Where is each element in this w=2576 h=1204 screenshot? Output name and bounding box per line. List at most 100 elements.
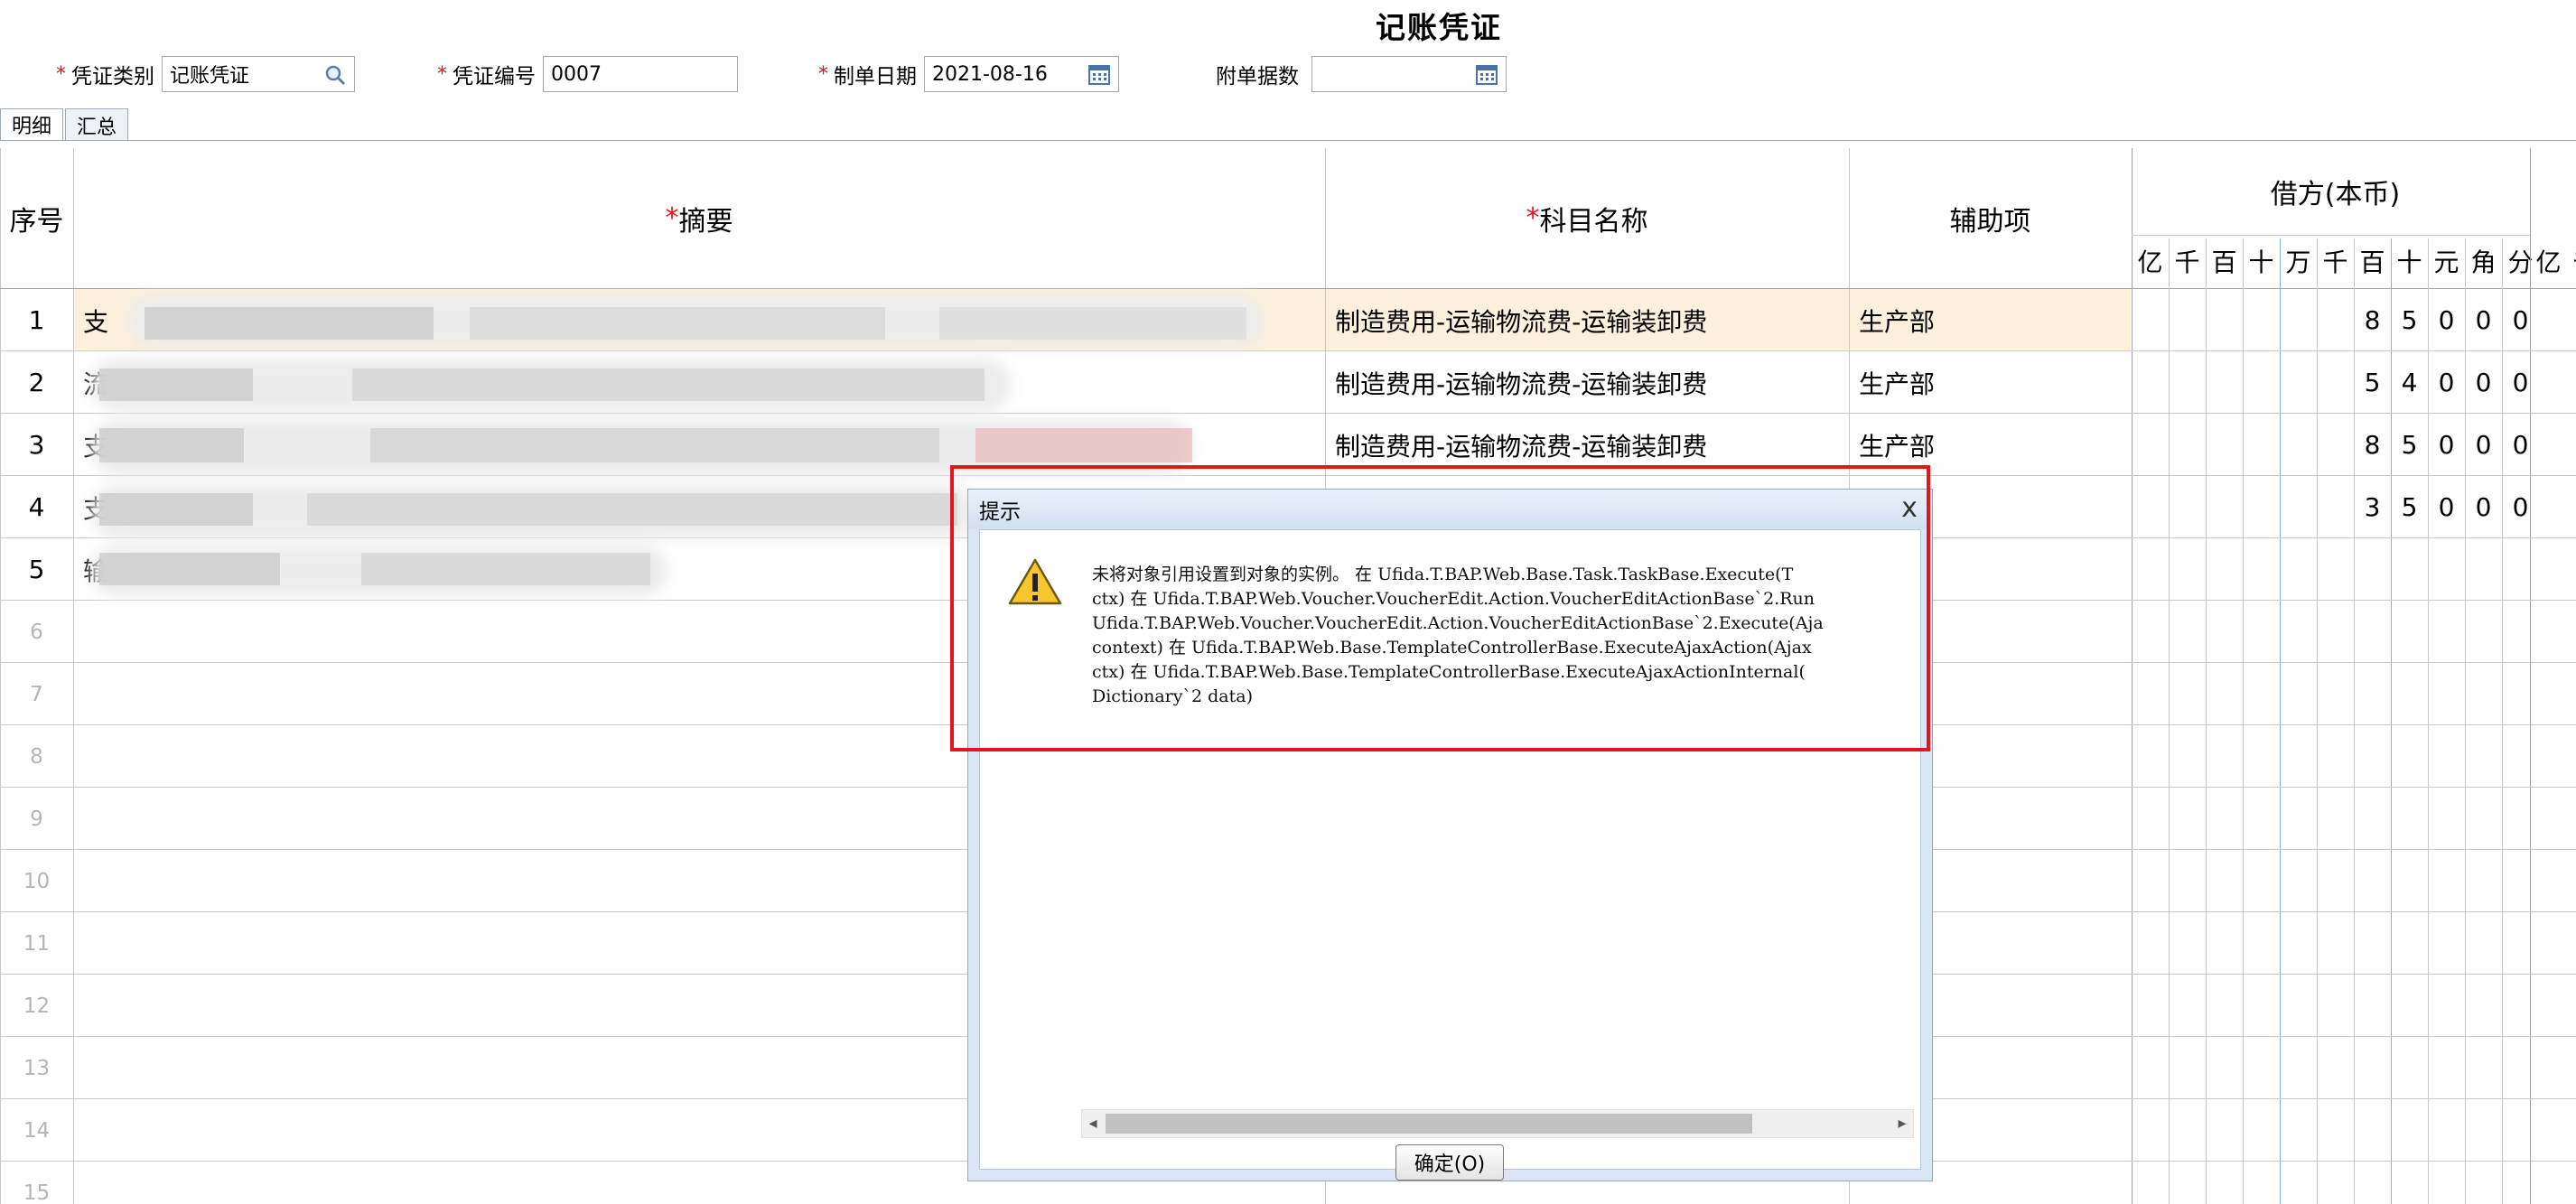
digit-header: 角 (2470, 247, 2497, 277)
date-group: * 制单日期 2021-08-16 (818, 52, 1119, 96)
debit-digit: 4 (2401, 368, 2418, 397)
alert-dialog: 提示 x 未将对象引用设置到对象的实例。 在 Ufida.T.BAP.Web.B… (967, 489, 1933, 1181)
digit-header: 亿 (2137, 247, 2163, 277)
row-seq: 10 (23, 869, 51, 893)
digit-header: 亿 (2535, 247, 2562, 277)
debit-digit: 0 (2438, 492, 2455, 522)
header-auxiliary: 辅助项 (1949, 205, 2031, 238)
voucher-type-label: 凭证类别 (71, 65, 154, 89)
debit-digit: 8 (2364, 430, 2381, 460)
scroll-right-icon[interactable]: ▸ (1893, 1114, 1911, 1134)
calendar-icon[interactable] (1087, 63, 1111, 87)
voucher-no-value: 0007 (551, 62, 602, 86)
dialog-title: 提示 (979, 500, 1021, 524)
debit-digit: 5 (2364, 368, 2381, 397)
digit-header: 十 (2396, 247, 2422, 277)
debit-digit: 0 (2512, 492, 2529, 522)
error-message: 未将对象引用设置到对象的实例。 在 Ufida.T.BAP.Web.Base.T… (1092, 565, 1824, 706)
debit-digit: 0 (2512, 430, 2529, 460)
cell-summary[interactable]: 支 (83, 289, 108, 351)
debit-digit: 0 (2475, 492, 2492, 522)
voucher-type-field[interactable]: 记账凭证 (162, 56, 355, 92)
dialog-body: 未将对象引用设置到对象的实例。 在 Ufida.T.BAP.Web.Base.T… (979, 529, 1921, 1181)
search-icon[interactable] (323, 63, 347, 87)
page-title: 记账凭证 (1376, 10, 1502, 45)
scroll-left-icon[interactable]: ◂ (1084, 1114, 1102, 1134)
row-seq: 4 (28, 492, 45, 522)
required-mark: * (437, 62, 447, 86)
horizontal-scrollbar[interactable]: ◂ ▸ (1081, 1109, 1914, 1138)
row-seq: 5 (28, 555, 45, 584)
debit-digit: 3 (2364, 492, 2381, 522)
digit-header: 十 (2248, 247, 2274, 277)
header-account-label: 科目名称 (1539, 205, 1648, 238)
scrollbar-thumb[interactable] (1106, 1114, 1752, 1134)
cell-account[interactable]: 制造费用-运输物流费-运输装卸费 (1335, 414, 1707, 476)
row-seq: 12 (23, 994, 51, 1018)
digit-header: 百 (2359, 247, 2385, 277)
debit-digit: 8 (2364, 305, 2381, 335)
close-icon[interactable]: x (1896, 495, 1923, 522)
date-label: 制单日期 (834, 65, 917, 89)
debit-digit: 0 (2438, 430, 2455, 460)
row-seq: 8 (30, 744, 43, 769)
digit-header: 千 (2567, 238, 2576, 284)
date-value: 2021-08-16 (932, 62, 1048, 86)
debit-digit: 0 (2512, 368, 2529, 397)
warning-icon (1008, 558, 1062, 605)
required-mark: * (818, 62, 828, 86)
tab-summary[interactable]: 汇总 (65, 108, 129, 141)
digit-header: 千 (2174, 247, 2200, 277)
voucher-type-value: 记账凭证 (170, 65, 250, 88)
row-seq: 7 (30, 682, 43, 706)
required-mark: * (1526, 202, 1540, 234)
digit-header: 元 (2433, 247, 2459, 277)
ok-button[interactable]: 确定(O) (1395, 1144, 1504, 1181)
debit-digit: 5 (2401, 305, 2418, 335)
debit-digit: 5 (2401, 492, 2418, 522)
attach-field[interactable] (1311, 56, 1507, 92)
calendar-icon[interactable] (1475, 63, 1498, 87)
debit-digit: 0 (2475, 430, 2492, 460)
row-seq: 14 (23, 1118, 51, 1143)
digit-header: 千 (2322, 247, 2348, 277)
debit-digit: 0 (2438, 305, 2455, 335)
row-seq: 1 (28, 305, 45, 335)
dialog-title-bar: 提示 (968, 490, 1932, 529)
row-seq: 11 (23, 931, 51, 956)
voucher-type-group: * 凭证类别 记账凭证 (56, 52, 355, 96)
voucher-no-field[interactable]: 0007 (543, 56, 738, 92)
debit-digit: 0 (2475, 368, 2492, 397)
debit-digit: 0 (2475, 305, 2492, 335)
required-mark: * (56, 62, 66, 86)
required-mark: * (665, 202, 679, 234)
debit-digit: 0 (2512, 305, 2529, 335)
header-seq: 序号 (9, 205, 64, 238)
cell-auxiliary[interactable]: 生产部 (1859, 351, 1935, 414)
row-seq: 2 (28, 368, 45, 397)
debit-digit: 5 (2401, 430, 2418, 460)
debit-digit: 0 (2438, 368, 2455, 397)
cell-account[interactable]: 制造费用-运输物流费-运输装卸费 (1335, 351, 1707, 414)
row-seq: 13 (23, 1056, 51, 1080)
digit-header: 百 (2211, 247, 2237, 277)
voucher-no-label: 凭证编号 (453, 65, 536, 89)
header-summary-label: 摘要 (678, 205, 733, 238)
header-account: * 科目名称 (1325, 148, 1849, 288)
cell-auxiliary[interactable]: 生产部 (1859, 414, 1935, 476)
cell-auxiliary[interactable]: 生产部 (1859, 289, 1935, 351)
digit-header: 万 (2285, 247, 2311, 277)
attach-label: 附单据数 (1216, 65, 1299, 89)
tab-detail[interactable]: 明细 (0, 108, 64, 141)
voucher-no-group: * 凭证编号 0007 (437, 52, 738, 96)
row-seq: 3 (28, 430, 45, 460)
header-summary: * 摘要 (73, 148, 1325, 288)
header-debit: 借方(本币) (2270, 179, 2401, 210)
attach-group: 附单据数 (1216, 52, 1507, 96)
row-seq: 15 (23, 1181, 51, 1204)
row-seq: 6 (30, 620, 43, 644)
tab-strip: 明细 汇总 (0, 108, 130, 141)
cell-account[interactable]: 制造费用-运输物流费-运输装卸费 (1335, 289, 1707, 351)
row-seq: 9 (30, 807, 43, 831)
date-field[interactable]: 2021-08-16 (924, 56, 1119, 92)
